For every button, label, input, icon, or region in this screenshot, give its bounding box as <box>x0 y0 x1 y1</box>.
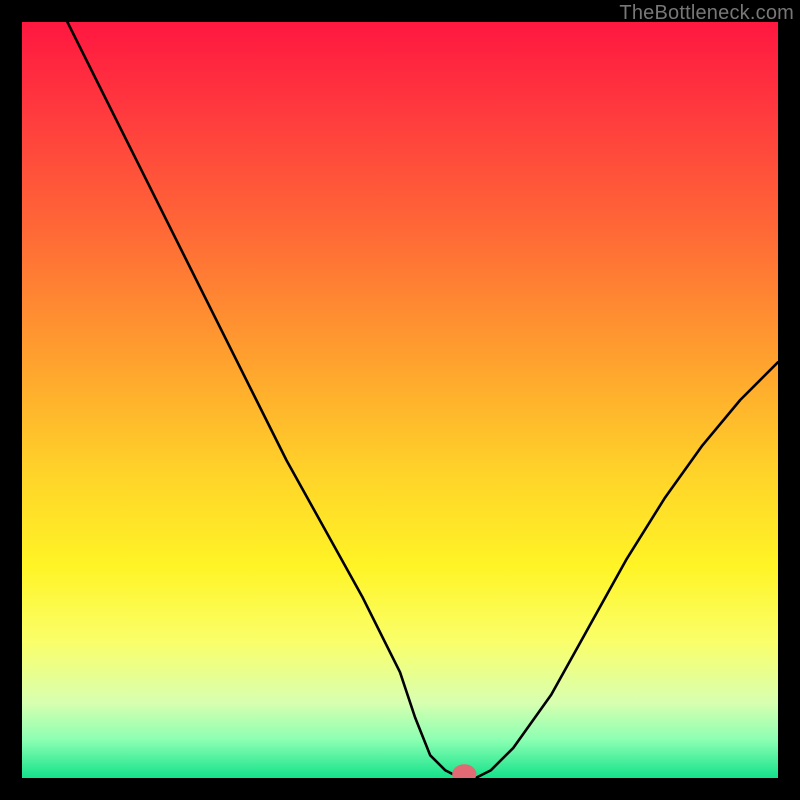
optimal-marker <box>452 764 476 778</box>
plot-area <box>22 22 778 778</box>
bottleneck-curve <box>67 22 778 778</box>
watermark-text: TheBottleneck.com <box>619 2 794 25</box>
chart-stage: TheBottleneck.com <box>0 0 800 800</box>
curve-layer <box>22 22 778 778</box>
